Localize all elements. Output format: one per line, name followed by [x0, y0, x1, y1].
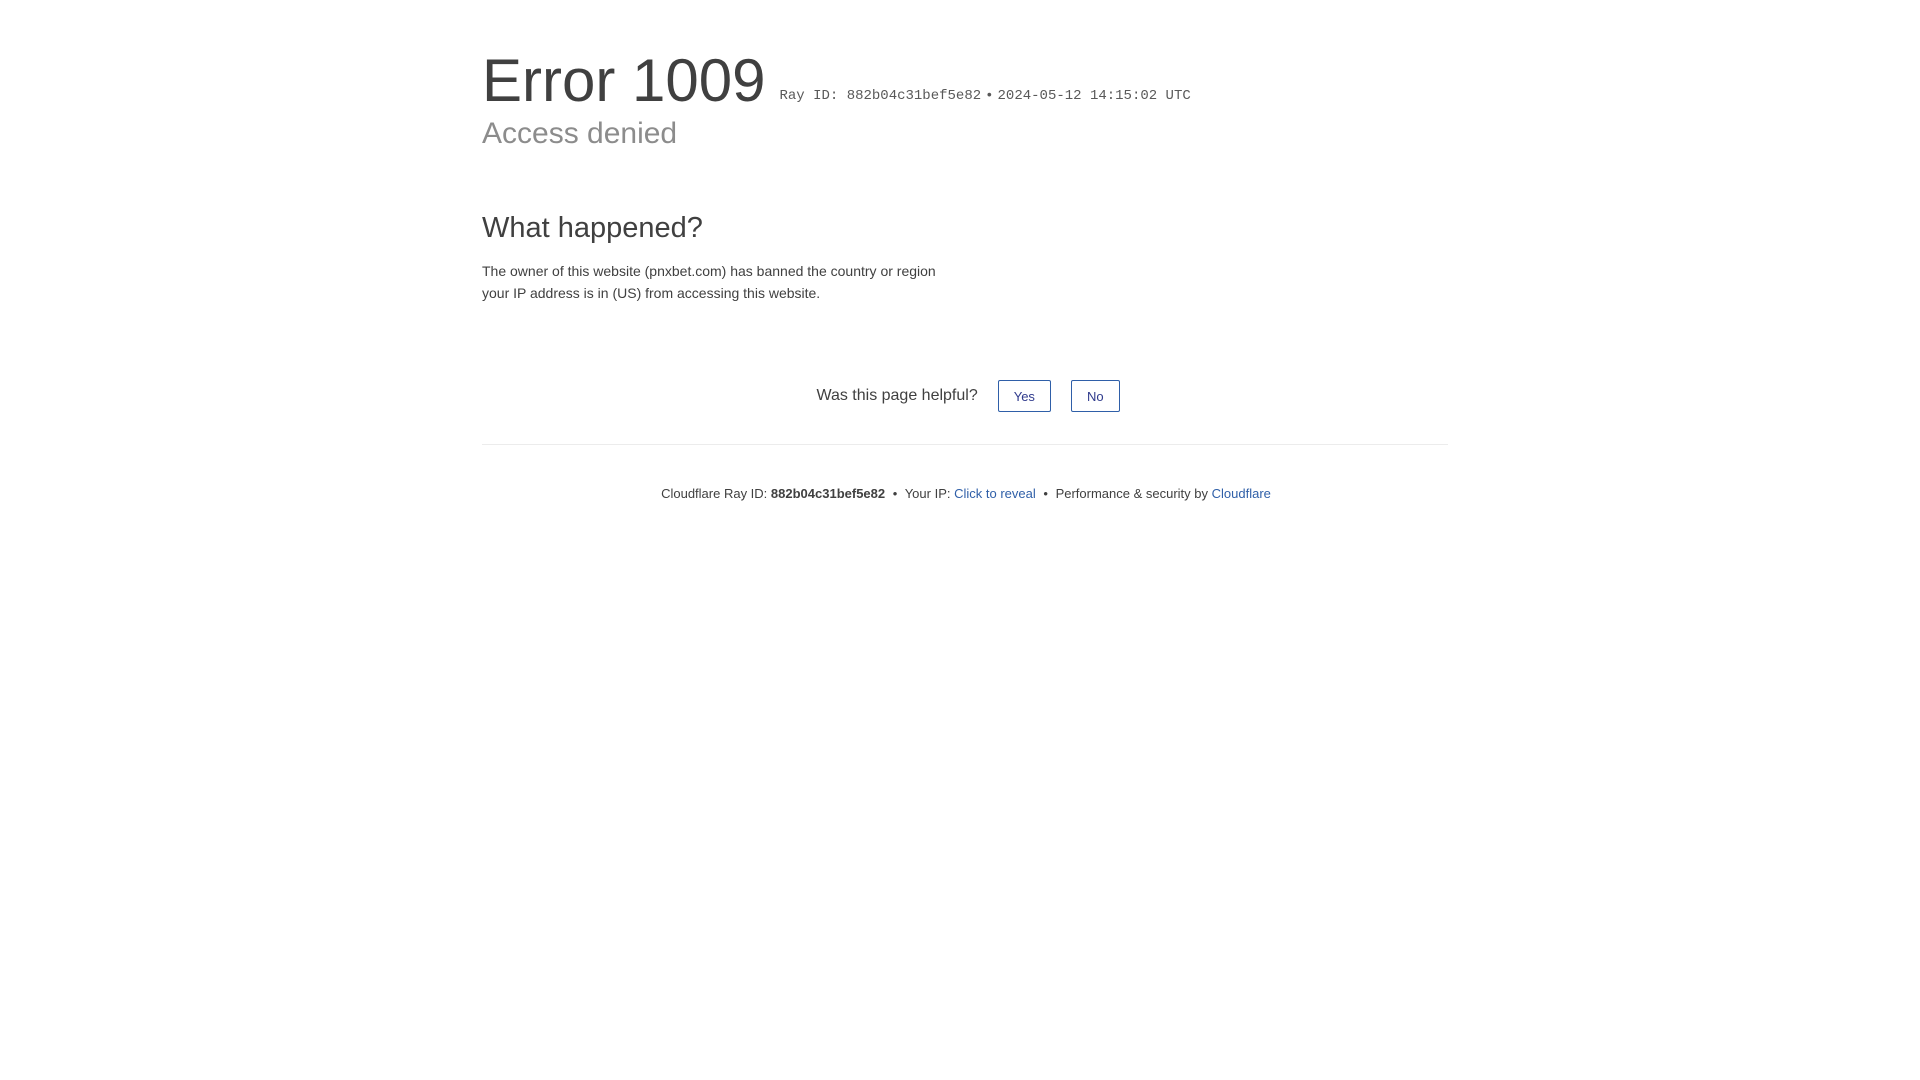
- page: Error 1009 Ray ID: 882b04c31bef5e82 • 2024…: [0, 0, 1920, 1080]
- feedback-question: Was this page helpful?: [816, 387, 978, 404]
- footer-ip-prefix: Your IP:: [904, 486, 951, 501]
- what-happened-text: The owner of this website (pnxbet.com) h…: [482, 263, 936, 301]
- footer: Cloudflare Ray ID: 882b04c31bef5e82 • Yo…: [482, 486, 1448, 501]
- footer-divider: [482, 444, 1448, 445]
- ray-timestamp: 2024-05-12 14:15:02 UTC: [997, 88, 1191, 104]
- error-container: Error 1009 Ray ID: 882b04c31bef5e82 • 2024…: [482, 46, 1448, 501]
- footer-ray-id: 882b04c31bef5e82: [770, 486, 886, 501]
- footer-perf-text: Performance & security by: [1055, 486, 1209, 501]
- reveal-ip-link[interactable]: Click to reveal: [954, 486, 1036, 501]
- cloudflare-link[interactable]: Cloudflare: [1212, 486, 1271, 501]
- footer-ray-prefix: Cloudflare Ray ID:: [661, 486, 768, 501]
- title-row: Error 1009 Ray ID: 882b04c31bef5e82 • 2024…: [482, 46, 1448, 116]
- feedback-no-button[interactable]: No: [1070, 380, 1120, 412]
- error-title: Error 1009: [482, 47, 766, 114]
- ray-meta-separator: •: [985, 88, 994, 104]
- footer-separator: •: [1043, 486, 1048, 501]
- ray-meta: Ray ID: 882b04c31bef5e82 • 2024-05-12 14:1…: [779, 88, 1190, 104]
- what-happened-title: What happened?: [482, 212, 703, 244]
- footer-separator: •: [892, 486, 898, 501]
- ray-id-label: Ray ID: 882b04c31bef5e82: [779, 88, 982, 104]
- feedback-bar: Was this page helpful? Yes No: [482, 380, 1448, 412]
- feedback-yes-button[interactable]: Yes: [997, 380, 1051, 412]
- error-subtitle: Access denied: [482, 117, 678, 150]
